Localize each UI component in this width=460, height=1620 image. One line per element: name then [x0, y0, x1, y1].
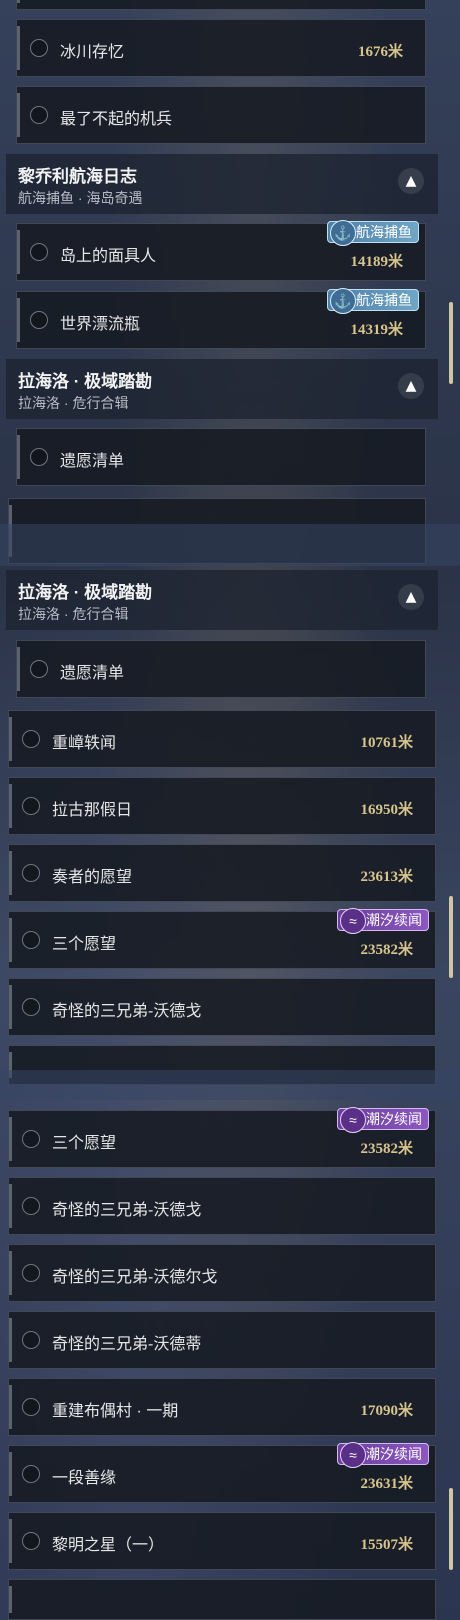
quest-row[interactable]: 三个愿望 23582米 ≈ 潮汐续闻: [8, 908, 436, 969]
group-header[interactable]: 黎乔利航海日志 航海捕鱼 · 海岛奇遇 ▲: [6, 154, 438, 214]
checkbox-circle[interactable]: [22, 1331, 40, 1349]
quest-tag: ≈ 潮汐续闻: [337, 908, 429, 934]
quest-distance: 14189米: [350, 254, 403, 270]
quest-tag: ≈ 潮汐续闻: [337, 1107, 429, 1133]
quest-name: 一段善缘: [52, 1470, 117, 1487]
quest-distance: 23613米: [360, 869, 413, 885]
quest-row[interactable]: 拉古那假日 16950米: [8, 777, 436, 835]
quest-row[interactable]: 遗愿清单: [16, 640, 426, 698]
quest-name: 遗愿清单: [60, 453, 125, 470]
tag-label: 潮汐续闻: [366, 1111, 422, 1127]
wave-icon: ≈: [340, 1107, 366, 1133]
checkbox-circle[interactable]: [30, 448, 48, 466]
quest-row[interactable]: 重嶂轶闻 10761米: [8, 710, 436, 768]
quest-row[interactable]: 奇怪的三兄弟-沃德尔戈: [8, 1244, 436, 1302]
checkbox-circle[interactable]: [30, 39, 48, 57]
checkbox-circle[interactable]: [22, 1532, 40, 1550]
quest-tag: ⚓ 航海捕鱼: [327, 220, 419, 246]
quest-row[interactable]: 岛上的面具人 14189米 ⚓ 航海捕鱼: [16, 220, 426, 281]
checkbox-circle[interactable]: [22, 797, 40, 815]
quest-distance: 16950米: [360, 802, 413, 818]
group-title: 拉海洛 · 极域踏勘: [18, 583, 153, 602]
quest-distance: 23582米: [360, 1141, 413, 1157]
wave-icon: ≈: [340, 908, 366, 934]
quest-name: 奇怪的三兄弟-沃德戈: [52, 1202, 202, 1219]
anchor-icon: ⚓: [330, 220, 356, 246]
group-header[interactable]: 拉海洛 · 极域踏勘 拉海洛 · 危行合辑 ▲: [6, 570, 438, 630]
group-header[interactable]: 拉海洛 · 极域踏勘 拉海洛 · 危行合辑 ▲: [6, 359, 438, 419]
quest-name: 遗愿清单: [60, 665, 125, 682]
quest-name: 岛上的面具人: [60, 248, 157, 265]
quest-row[interactable]: 奇怪的三兄弟-沃德戈: [8, 978, 436, 1036]
quest-name: 世界漂流瓶: [60, 316, 141, 333]
list-item[interactable]: [16, 0, 426, 10]
chevron-up-icon[interactable]: ▲: [398, 168, 424, 194]
quest-distance: 17090米: [360, 1403, 413, 1419]
quest-name: 黎明之星（一）: [52, 1537, 165, 1554]
quest-row[interactable]: 奏者的愿望 23613米: [8, 844, 436, 902]
quest-row[interactable]: 遗愿清单: [16, 428, 426, 486]
tag-label: 潮汐续闻: [366, 1446, 422, 1462]
quest-row[interactable]: 重建布偶村 · 一期 17090米: [8, 1378, 436, 1436]
tag-label: 潮汐续闻: [366, 912, 422, 928]
tag-label: 航海捕鱼: [356, 224, 412, 240]
quest-tag: ≈ 潮汐续闻: [337, 1442, 429, 1468]
checkbox-circle[interactable]: [22, 1465, 40, 1483]
quest-name: 奇怪的三兄弟-沃德尔戈: [52, 1269, 218, 1286]
quest-name: 重建布偶村 · 一期: [52, 1403, 179, 1420]
checkbox-circle[interactable]: [30, 106, 48, 124]
quest-row[interactable]: 奇怪的三兄弟-沃德戈: [8, 1177, 436, 1235]
checkbox-circle[interactable]: [22, 1130, 40, 1148]
quest-name: 三个愿望: [52, 1135, 117, 1152]
checkbox-circle[interactable]: [22, 1398, 40, 1416]
quest-row[interactable]: 一段善缘 23631米 ≈ 潮汐续闻: [8, 1442, 436, 1503]
checkbox-circle[interactable]: [30, 660, 48, 678]
screenshot-seam: [0, 524, 460, 566]
quest-distance: 1676米: [357, 44, 403, 60]
group-title: 黎乔利航海日志: [18, 167, 137, 186]
checkbox-circle[interactable]: [22, 1197, 40, 1215]
quest-row[interactable]: 奇怪的三兄弟-沃德蒂: [8, 1311, 436, 1369]
quest-name: 重嶂轶闻: [52, 735, 117, 752]
quest-name: 三个愿望: [52, 936, 117, 953]
screenshot-seam: [0, 1070, 460, 1100]
wave-icon: ≈: [340, 1442, 366, 1468]
quest-tag: ⚓ 航海捕鱼: [327, 288, 419, 314]
quest-distance: 15507米: [360, 1537, 413, 1553]
checkbox-circle[interactable]: [30, 243, 48, 261]
list-item[interactable]: [8, 1579, 436, 1620]
quest-name: 奇怪的三兄弟-沃德蒂: [52, 1336, 202, 1353]
group-subtitle: 拉海洛 · 危行合辑: [18, 395, 129, 411]
quest-name: 拉古那假日: [52, 802, 133, 819]
quest-distance: 23631米: [360, 1476, 413, 1492]
quest-row[interactable]: 三个愿望 23582米 ≈ 潮汐续闻: [8, 1107, 436, 1168]
scrollbar-thumb[interactable]: [449, 896, 453, 978]
quest-name: 奇怪的三兄弟-沃德戈: [52, 1003, 202, 1020]
checkbox-circle[interactable]: [22, 998, 40, 1016]
quest-name: 奏者的愿望: [52, 869, 133, 886]
quest-row[interactable]: 黎明之星（一） 15507米: [8, 1512, 436, 1570]
group-subtitle: 航海捕鱼 · 海岛奇遇: [18, 190, 143, 206]
tag-label: 航海捕鱼: [356, 292, 412, 308]
quest-distance: 10761米: [360, 735, 413, 751]
checkbox-circle[interactable]: [22, 1264, 40, 1282]
quest-name: 最了不起的机兵: [60, 111, 173, 128]
quest-row[interactable]: 冰川存忆 1676米: [16, 19, 426, 77]
checkbox-circle[interactable]: [22, 931, 40, 949]
chevron-up-icon[interactable]: ▲: [398, 373, 424, 399]
group-title: 拉海洛 · 极域踏勘: [18, 372, 153, 391]
quest-row[interactable]: 最了不起的机兵: [16, 86, 426, 144]
quest-name: 冰川存忆: [60, 44, 125, 61]
checkbox-circle[interactable]: [22, 730, 40, 748]
group-subtitle: 拉海洛 · 危行合辑: [18, 606, 129, 622]
quest-row[interactable]: 世界漂流瓶 14319米 ⚓ 航海捕鱼: [16, 288, 426, 349]
checkbox-circle[interactable]: [30, 311, 48, 329]
scrollbar-thumb[interactable]: [449, 1488, 453, 1570]
scrollbar-thumb[interactable]: [449, 302, 453, 384]
anchor-icon: ⚓: [330, 288, 356, 314]
quest-distance: 23582米: [360, 942, 413, 958]
chevron-up-icon[interactable]: ▲: [398, 584, 424, 610]
checkbox-circle[interactable]: [22, 864, 40, 882]
quest-distance: 14319米: [350, 322, 403, 338]
